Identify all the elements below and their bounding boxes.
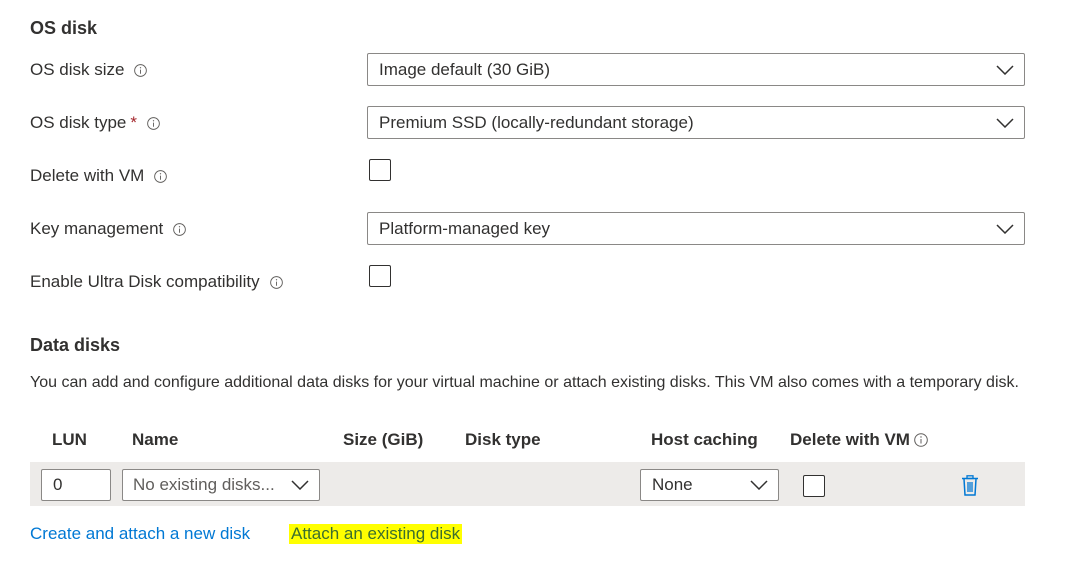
os-disk-size-value: Image default (30 GiB) (379, 59, 551, 79)
trash-icon[interactable] (961, 475, 979, 496)
chevron-down-icon (750, 480, 768, 490)
lun-value: 0 (53, 475, 63, 494)
info-icon[interactable] (269, 275, 283, 289)
chevron-down-icon (291, 480, 309, 490)
chevron-down-icon (996, 223, 1014, 234)
os-disk-type-value: Premium SSD (locally-redundant storage) (379, 112, 694, 132)
ultra-disk-checkbox[interactable] (369, 265, 391, 287)
lun-input[interactable]: 0 (41, 469, 111, 501)
os-disk-type-label: OS disk type * (30, 112, 160, 134)
info-icon[interactable] (154, 169, 168, 183)
column-header-lun: LUN (52, 430, 87, 449)
os-disk-type-dropdown[interactable]: Premium SSD (locally-redundant storage) (367, 106, 1025, 139)
info-icon[interactable] (173, 222, 187, 236)
column-header-delete-with-vm: Delete with VM (790, 430, 928, 450)
chevron-down-icon (996, 64, 1014, 75)
data-disks-description: You can add and configure additional dat… (30, 374, 1019, 391)
column-header-host-caching: Host caching (651, 430, 758, 449)
key-management-label-text: Key management (30, 219, 164, 238)
ultra-disk-label-text: Enable Ultra Disk compatibility (30, 272, 260, 291)
os-disk-type-label-text: OS disk type (30, 113, 127, 132)
os-disk-size-label-text: OS disk size (30, 60, 125, 79)
chevron-down-icon (996, 117, 1014, 128)
row-delete-with-vm-checkbox[interactable] (803, 475, 825, 497)
host-caching-dropdown[interactable]: None (640, 469, 779, 501)
attach-existing-disk-link[interactable]: Attach an existing disk (289, 524, 463, 544)
key-management-value: Platform-managed key (379, 218, 551, 238)
delete-with-vm-checkbox[interactable] (369, 159, 391, 181)
column-header-delete-with-vm-text: Delete with VM (790, 430, 910, 449)
data-disks-title: Data disks (30, 335, 121, 355)
delete-with-vm-label-text: Delete with VM (30, 166, 145, 185)
os-disk-size-dropdown[interactable]: Image default (30 GiB) (367, 53, 1025, 86)
ultra-disk-label: Enable Ultra Disk compatibility (30, 271, 283, 293)
key-management-label: Key management (30, 218, 187, 240)
disk-name-dropdown[interactable]: No existing disks... (122, 469, 320, 501)
info-icon[interactable] (147, 116, 160, 130)
disk-name-value: No existing disks... (133, 475, 275, 494)
key-management-dropdown[interactable]: Platform-managed key (367, 212, 1025, 245)
info-icon[interactable] (134, 63, 148, 77)
required-asterisk: * (130, 113, 137, 132)
column-header-disk-type: Disk type (465, 430, 541, 449)
host-caching-value: None (652, 475, 693, 494)
create-attach-new-disk-link[interactable]: Create and attach a new disk (30, 524, 250, 544)
os-disk-title: OS disk (30, 18, 98, 38)
os-disk-size-label: OS disk size (30, 59, 148, 81)
delete-with-vm-label: Delete with VM (30, 165, 168, 187)
column-header-name: Name (132, 430, 179, 449)
info-icon[interactable] (914, 433, 928, 447)
column-header-size: Size (GiB) (343, 430, 424, 449)
